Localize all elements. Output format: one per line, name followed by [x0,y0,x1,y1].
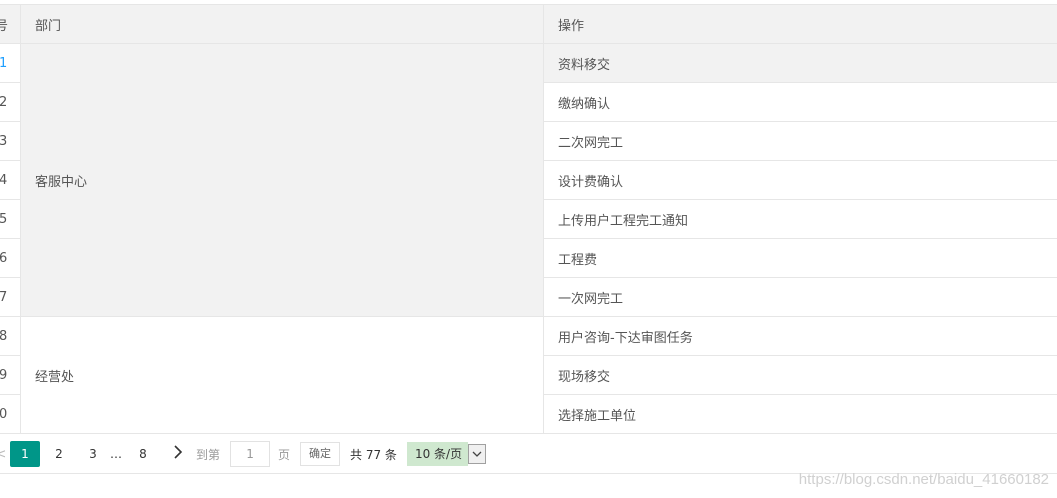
operation-cell: 二次网完工 [543,121,1057,161]
row-index: 3 [0,121,21,161]
header-index[interactable]: 号 [0,4,21,44]
department-cell: 客服中心 [20,43,544,317]
data-table: 号 部门 操作 1 客服中心 资料移交 2 缴纳确认 3 二次网完工 4 设计费… [0,4,1057,434]
page-jump-input[interactable] [230,441,271,467]
page-button-current[interactable]: 1 [10,441,40,467]
pagination: < 1 2 3 … 8 到第 页 确定 共 77 条 10 条/页 [0,440,487,468]
operation-cell: 上传用户工程完工通知 [543,199,1057,239]
row-index: 9 [0,355,21,395]
table-header-row: 号 部门 操作 [0,4,1057,44]
row-index: 1 [0,43,21,83]
operation-cell: 现场移交 [543,355,1057,395]
row-index: 2 [0,82,21,122]
page-button[interactable]: 3 [78,441,108,467]
page-size-value: 10 条/页 [406,442,469,466]
page-button-last[interactable]: 8 [128,441,158,467]
chevron-down-icon [472,451,482,457]
dropdown-arrow[interactable] [468,444,487,464]
next-page-button[interactable] [168,445,188,463]
skip-label: 到第 [196,447,221,462]
page: 号 部门 操作 1 客服中心 资料移交 2 缴纳确认 3 二次网完工 4 设计费… [0,0,1057,498]
page-button[interactable]: 2 [44,441,74,467]
row-index: 8 [0,316,21,356]
page-size-select[interactable]: 10 条/页 [406,442,487,466]
chevron-right-icon [174,445,183,459]
operation-cell: 选择施工单位 [543,394,1057,434]
row-index: 4 [0,160,21,200]
header-operation[interactable]: 操作 [543,4,1057,44]
operation-cell: 一次网完工 [543,277,1057,317]
operation-cell: 资料移交 [543,43,1057,83]
operation-cell: 用户咨询-下达审图任务 [543,316,1057,356]
row-index: 5 [0,199,21,239]
confirm-button[interactable]: 确定 [300,442,341,466]
page-unit-label: 页 [278,447,291,462]
table-row[interactable]: 8 经营处 用户咨询-下达审图任务 [0,316,1057,434]
row-index: 7 [0,277,21,317]
department-cell: 经营处 [20,316,544,434]
table-row[interactable]: 1 客服中心 资料移交 [0,43,1057,317]
watermark: https://blog.csdn.net/baidu_41660182 [798,471,1049,488]
operation-cell: 设计费确认 [543,160,1057,200]
row-index: 6 [0,238,21,278]
prev-page-button[interactable]: < [0,447,10,462]
operation-cell: 工程费 [543,238,1057,278]
row-index: 0 [0,394,21,434]
operation-cell: 缴纳确认 [543,82,1057,122]
header-department[interactable]: 部门 [20,4,544,44]
page-ellipsis: … [110,447,122,461]
total-count: 共 77 条 [350,447,397,462]
